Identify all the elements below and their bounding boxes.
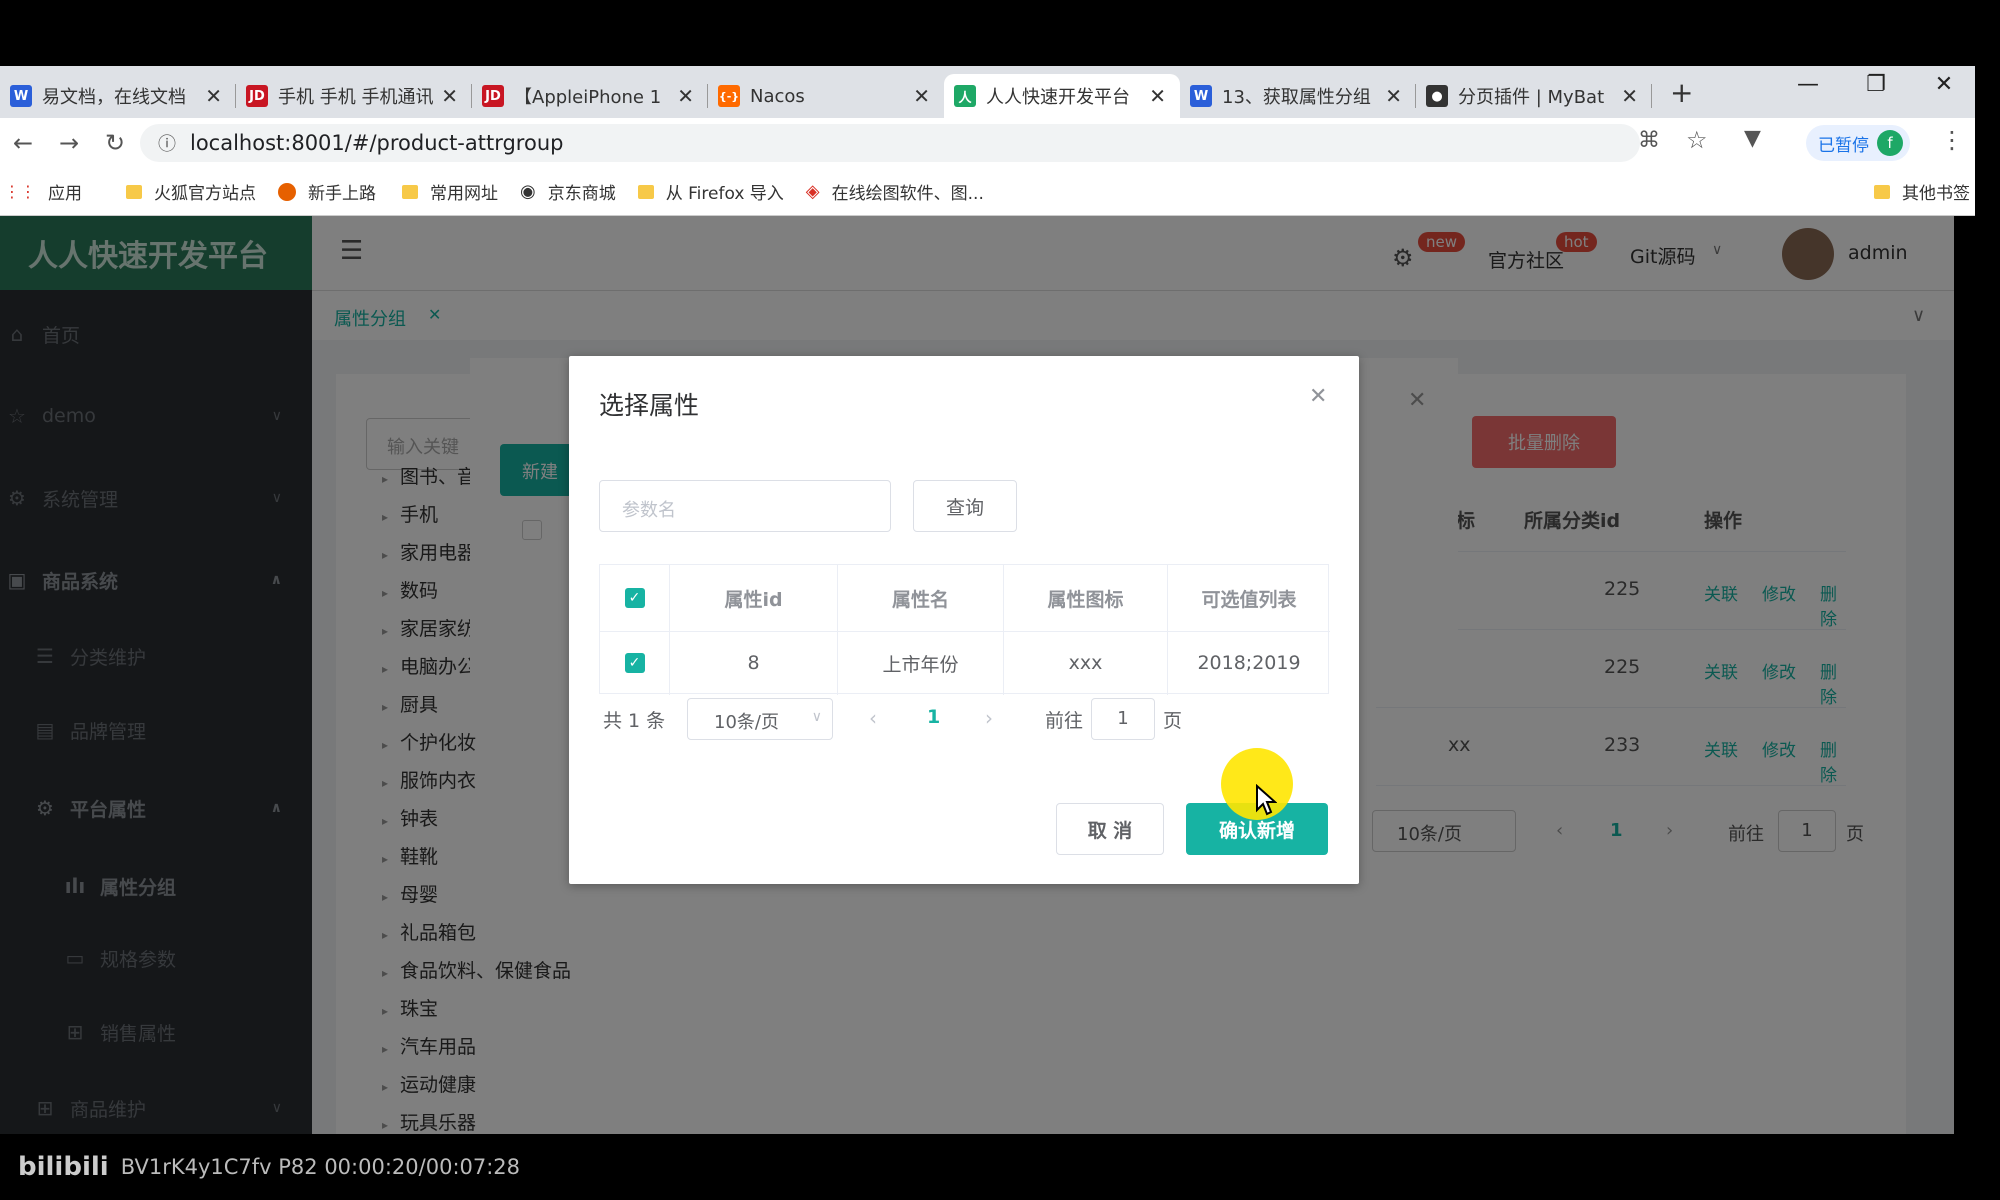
- info-icon: ⓘ: [158, 134, 176, 155]
- select-all-checkbox[interactable]: ✓: [624, 588, 645, 608]
- col-attr-name: 属性名: [838, 565, 1004, 631]
- browser-tab-2[interactable]: JD 手机 手机 手机通讯 ✕: [236, 74, 472, 118]
- back-icon[interactable]: ←: [0, 129, 46, 157]
- bookmark-item[interactable]: 常用网址: [402, 179, 498, 204]
- goto-page-input[interactable]: 1: [1091, 698, 1155, 740]
- drawing-icon: ◈: [805, 181, 820, 202]
- bookmark-item[interactable]: ◈ 在线绘图软件、图...: [806, 179, 984, 204]
- globe-icon: ◉: [520, 181, 536, 202]
- extension-icon[interactable]: ▼: [1744, 126, 1761, 151]
- col-values: 可选值列表: [1201, 588, 1297, 611]
- word-icon: W: [1190, 85, 1212, 107]
- cancel-button[interactable]: 取 消: [1056, 803, 1164, 855]
- nacos-icon: {-}: [718, 85, 740, 107]
- close-icon[interactable]: ✕: [205, 84, 222, 108]
- table-cell: xxx: [1004, 631, 1168, 695]
- firefox-icon: [278, 182, 296, 201]
- browser-tab-3[interactable]: JD 【AppleiPhone 1 ✕: [472, 74, 708, 118]
- bookmark-item[interactable]: ◉ 京东商城: [520, 179, 616, 204]
- total-count: 共 1 条: [603, 710, 666, 732]
- star-icon[interactable]: ☆: [1686, 126, 1708, 154]
- bird-icon: ●: [1426, 85, 1448, 107]
- pagesize-select[interactable]: 10条/页 ∨: [687, 698, 833, 740]
- folder-icon: [402, 184, 418, 199]
- header-checkbox-cell: ✓: [600, 565, 670, 631]
- dialog-title: 选择属性: [599, 391, 700, 420]
- avatar: f: [1877, 130, 1903, 156]
- close-icon[interactable]: ✕: [677, 84, 694, 108]
- browser-chrome: W 易文档，在线文档 ✕ JD 手机 手机 手机通讯 ✕ JD 【AppleiPhone …: [0, 66, 1975, 216]
- attr-table: ✓ 属性id 属性名 属性图标 可选值列表 ✓ 8 上市年份 xxx 2018;…: [599, 564, 1330, 695]
- page-number[interactable]: 1: [927, 706, 940, 728]
- tab-strip: W 易文档，在线文档 ✕ JD 手机 手机 手机通讯 ✕ JD 【AppleiPhone …: [0, 66, 1975, 118]
- jd-icon: JD: [482, 85, 504, 107]
- bookmark-other[interactable]: 其他书签: [1874, 179, 1970, 204]
- folder-icon: [1874, 184, 1890, 199]
- video-footer: bilibili BV1rK4y1C7fv P82 00:00:20/00:07…: [0, 1134, 2000, 1200]
- prev-page-icon[interactable]: ‹: [869, 706, 877, 730]
- minimize-icon[interactable]: —: [1788, 72, 1828, 97]
- table-cell: 8: [670, 631, 838, 695]
- bookmark-item[interactable]: 从 Firefox 导入: [637, 179, 784, 204]
- query-button[interactable]: 查询: [913, 480, 1017, 532]
- browser-tab-5[interactable]: 人人人快速开发平台 ✕: [944, 74, 1180, 118]
- window-close-icon[interactable]: ✕: [1924, 72, 1964, 97]
- bookmarks-bar: ⋮⋮ 应用 火狐官方站点 新手上路 常用网址 ◉ 京东商城 从 Firefox 导入…: [0, 168, 1975, 216]
- close-icon[interactable]: ✕: [913, 84, 930, 108]
- table-cell: 上市年份: [838, 631, 1004, 695]
- select-attr-dialog: 选择属性 ✕ 参数名 查询 ✓ 属性id 属性名 属性图标 可选值列表 ✓ 8 …: [569, 356, 1359, 884]
- row-checkbox-cell: ✓: [600, 631, 670, 695]
- folder-icon: [637, 184, 654, 199]
- browser-tab-6[interactable]: W 13、获取属性分组 ✕: [1180, 74, 1416, 118]
- browser-tab-4[interactable]: {-} Nacos ✕: [708, 74, 944, 118]
- video-watermark: BV1rK4y1C7fv P82 00:00:20/00:07:28: [120, 1155, 521, 1179]
- menu-dots-icon[interactable]: ⋮: [1940, 126, 1964, 154]
- close-icon[interactable]: ✕: [1309, 384, 1327, 409]
- reload-icon[interactable]: ↻: [92, 129, 138, 157]
- mouse-cursor-icon: [1256, 784, 1277, 816]
- param-name-input[interactable]: 参数名: [599, 480, 891, 532]
- close-icon[interactable]: ✕: [441, 84, 458, 108]
- bookmark-item[interactable]: 火狐官方站点: [126, 179, 256, 204]
- browser-tab-7[interactable]: ● 分页插件 | MyBat ✕: [1416, 74, 1652, 118]
- col-attr-icon: 属性图标: [1004, 565, 1168, 631]
- close-icon[interactable]: ✕: [1621, 84, 1638, 108]
- table-cell: 2018;2019: [1197, 652, 1301, 674]
- forward-icon[interactable]: →: [46, 129, 92, 157]
- restore-icon[interactable]: ❐: [1856, 72, 1896, 97]
- translate-icon[interactable]: ⌘: [1638, 128, 1660, 153]
- col-attr-id: 属性id: [670, 565, 838, 631]
- jd-icon: JD: [246, 85, 268, 107]
- bilibili-logo: bilibili: [18, 1152, 109, 1182]
- chevron-down-icon: ∨: [811, 709, 822, 725]
- profile-button[interactable]: 已暂停 f: [1806, 125, 1910, 161]
- browser-tab-1[interactable]: W 易文档，在线文档 ✕: [0, 74, 236, 118]
- word-icon: W: [10, 85, 32, 107]
- bookmark-apps[interactable]: ⋮⋮ 应用: [4, 179, 82, 204]
- url-field[interactable]: ⓘ localhost:8001/#/product-attrgroup: [140, 124, 1640, 162]
- row-checkbox[interactable]: ✓: [624, 653, 645, 673]
- close-icon[interactable]: ✕: [1385, 84, 1402, 108]
- close-icon[interactable]: ✕: [1149, 84, 1166, 108]
- renren-icon: 人: [954, 85, 976, 107]
- address-bar-row: ← → ↻ ⓘ localhost:8001/#/product-attrgro…: [0, 118, 1975, 168]
- folder-icon: [126, 184, 142, 199]
- new-tab-icon[interactable]: +: [1670, 76, 1693, 109]
- bookmark-item[interactable]: 新手上路: [278, 179, 376, 204]
- next-page-icon[interactable]: ›: [985, 706, 993, 730]
- apps-grid-icon: ⋮⋮: [4, 182, 36, 201]
